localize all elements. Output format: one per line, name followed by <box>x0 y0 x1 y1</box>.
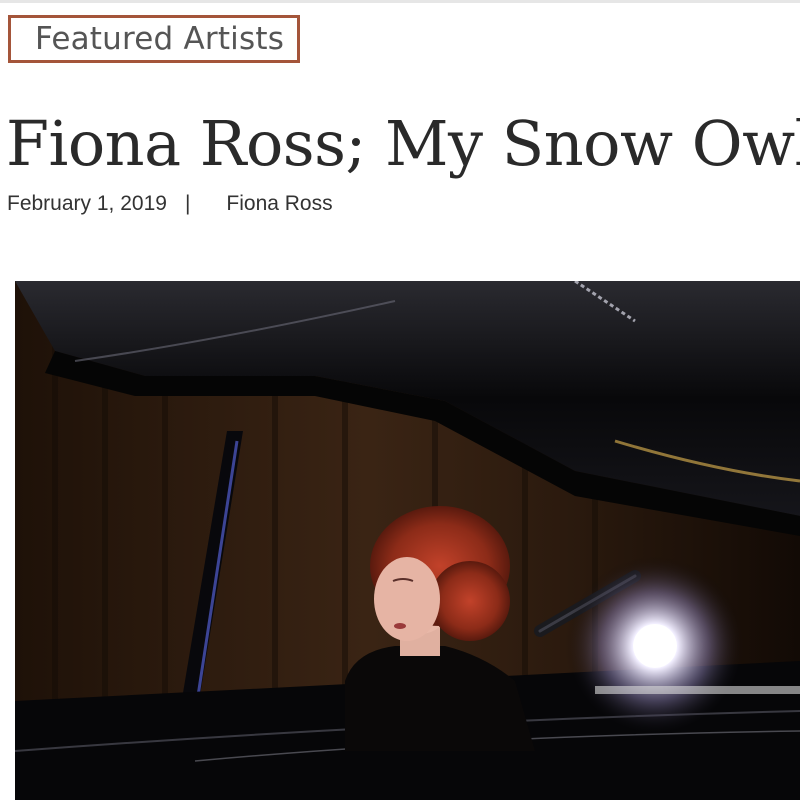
hero-image[interactable] <box>15 281 800 800</box>
meta-separator: | <box>184 192 191 215</box>
post-author-link[interactable]: Fiona Ross <box>226 192 332 216</box>
category-tag-featured-artists[interactable]: Featured Artists <box>8 15 300 63</box>
post-date: February 1, 2019 <box>7 192 167 215</box>
post-title: Fiona Ross; My Snow Owl E <box>6 107 800 180</box>
top-divider <box>0 0 800 3</box>
pianist-photo <box>15 281 800 800</box>
post-meta: February 1, 2019 | Fiona Ross <box>7 192 333 220</box>
